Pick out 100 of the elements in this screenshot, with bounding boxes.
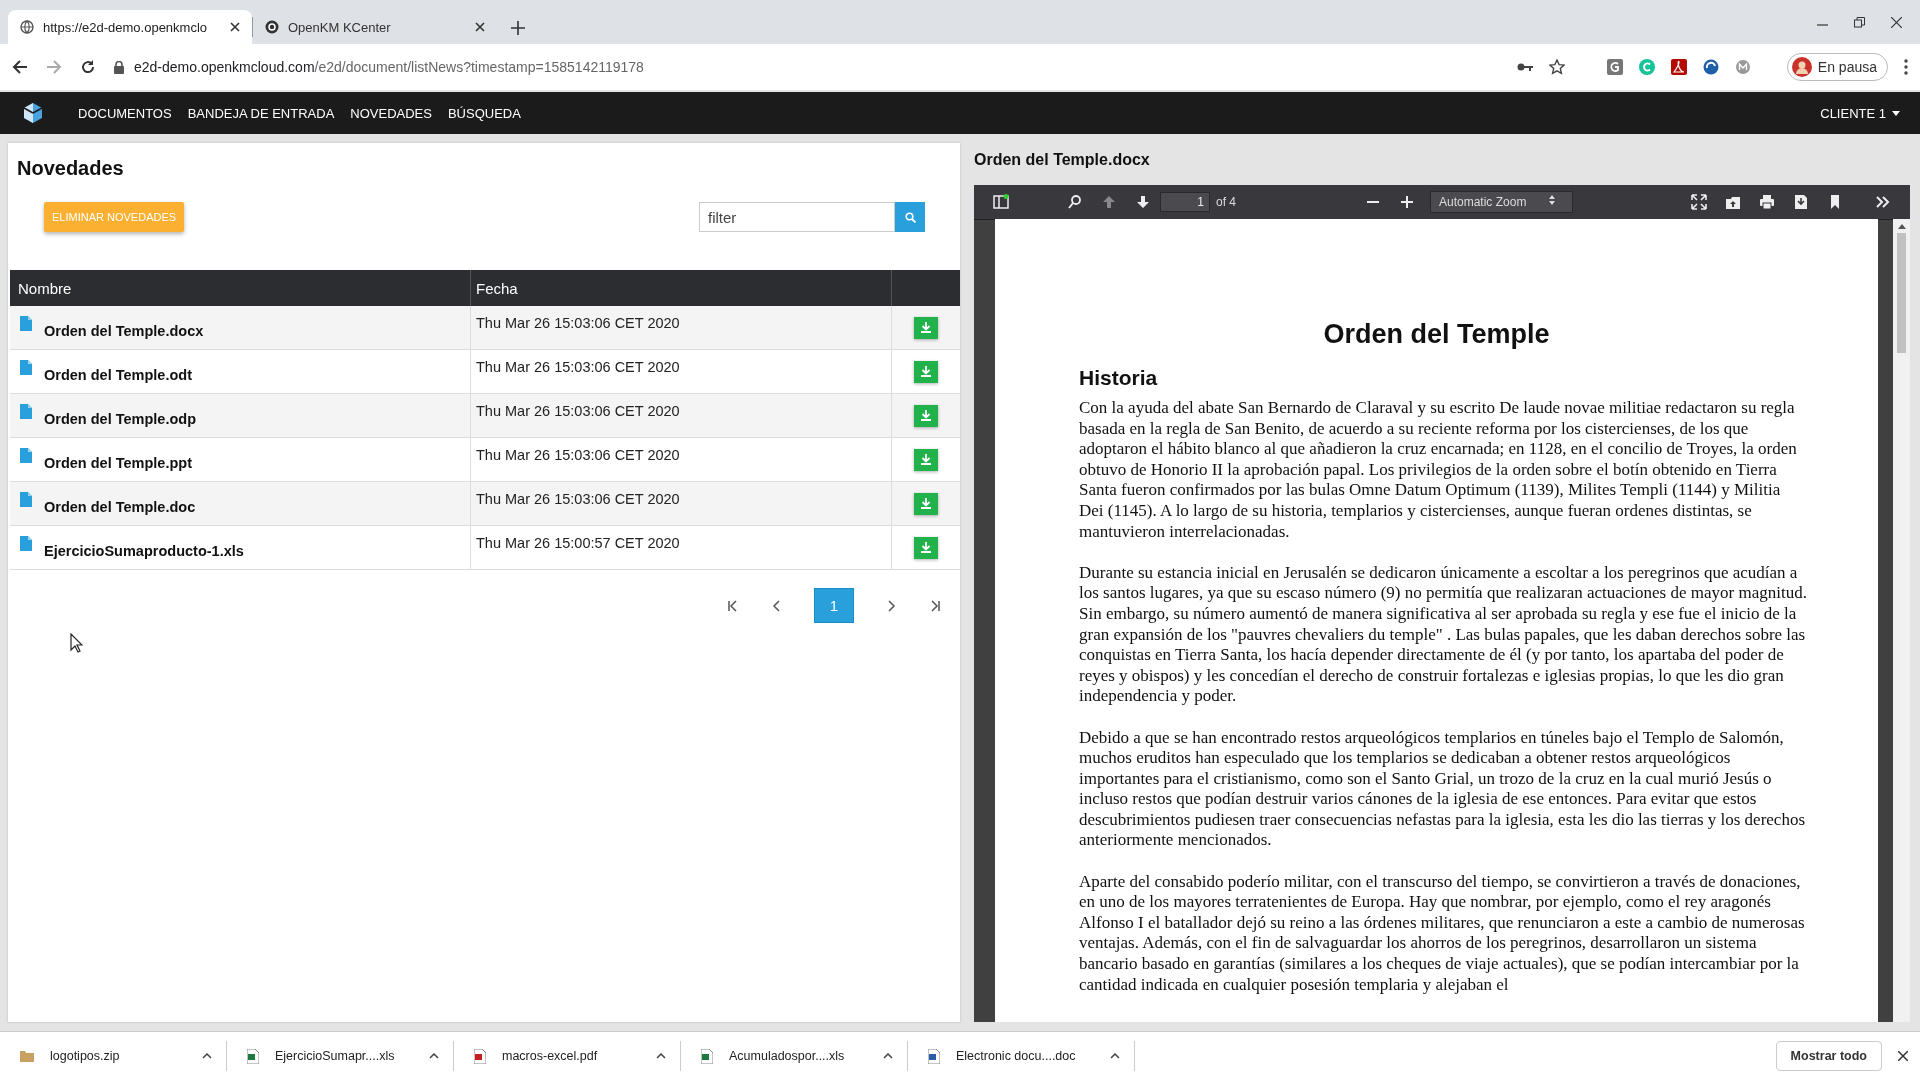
- column-header: Nombre: [17, 279, 73, 297]
- lock-icon: [114, 60, 124, 74]
- search-icon: [904, 211, 916, 223]
- url-text[interactable]: e2d-demo.openkmcloud.com/e2d/document/listNews?timestamp=1585142119178: [134, 59, 644, 75]
- search-icon[interactable]: [1067, 194, 1083, 210]
- new-tab-icon[interactable]: [511, 21, 525, 35]
- zoom-select[interactable]: Automatic Zoom: [1430, 191, 1574, 213]
- nav-link[interactable]: BANDEJA DE ENTRADA: [187, 105, 335, 121]
- browser-tab[interactable]: https://e2d-demo.openkmclo: [8, 10, 252, 44]
- download-item[interactable]: logotipos.zip: [0, 1041, 227, 1071]
- scroll-thumb[interactable]: [1897, 233, 1906, 353]
- download-button[interactable]: [914, 360, 938, 383]
- scroll-up-icon[interactable]: [1897, 223, 1906, 229]
- logo-icon[interactable]: [22, 102, 44, 124]
- download-button[interactable]: [914, 536, 938, 559]
- caret-icon[interactable]: [883, 1053, 893, 1059]
- paragraph: Durante su estancia inicial en Jerusalén se dedicaron únicamente a escoltar a los peregrinos que acudían a los santos lugares, ya que su escaso número (9) no permitía que realizaran actuaciones de mayor magnitud. Sin embargo, su número aumentó de manera significativa al ser aprobada su regla y ese fue el inicio de la gran expansión de los "pauvres chevaliers du temple" . Las bulas papales, que les daban derechos sobre las conquistas en Tierra Santa, los hacía depender directamente de él (y por tanto, los apartaba del poder de reyes y obispos) y les concedían el derecho de construir fortalezas e iglesias propias, lo que les dio gran independencia y poder.: [1079, 562, 1807, 707]
- table-cell: Thu Mar 26 15:03:06 CET 2020: [476, 315, 680, 331]
- close-icon[interactable]: [1891, 16, 1902, 28]
- extension-icon[interactable]: [1606, 59, 1623, 75]
- paragraph: Aparte del consabido poderío militar, con el transcurso del tiempo, se convirtieron a través de donaciones, en uno de los mayores terratenientes de Europa. Hay que nombrar, por ejemplo, como el rey aragonés Alfonso I el batallador dejó su reino a las órdenes militares, que renunciaron a este a cambio de numerosas ventajas. Además, con el fin de salvaguardar los ahorros de los peregrinos, desarrollaron un sistema bancario basado en garantías (similares a los cheques de viaje actuales), que se podían intercambiar por la cantidad indicada en cualquier posesión templaria y alejaban el: [1079, 871, 1806, 996]
- more-tools-icon[interactable]: [1875, 194, 1891, 210]
- save-icon[interactable]: [1793, 194, 1809, 210]
- paragraph: Con la ayuda del abate San Bernardo de Claraval y su escrito De laude novae militiae redactaron su regla basada en la regla de San Benito, de acuerdo a su reciente reforma por los cistercienses, de los que adoptaron el hábito blanco al que añadieron la cruz encarnada; en 1128, en el concilio de Troyes, la orden obtuvo de Honorio II la aprobación papal. Los privilegios de la orden sobre el botín obtenido en Tierra Santa fueron confirmados por las bulas Omne Datum Optimum (1139), Milites Templi (1144) y Militia Dei (1145). A lo largo de su historia, templarios y cistercienses, aunque fueran ordenes distintas, se mantuvieron interrelacionadas.: [1079, 398, 1798, 543]
- back-icon[interactable]: [12, 59, 28, 75]
- download-icon: [921, 454, 931, 465]
- download-item[interactable]: Acumuladospor....xls: [681, 1041, 908, 1071]
- file-link[interactable]: Orden del Temple.ppt: [44, 454, 192, 471]
- pdf-icon[interactable]: [1670, 59, 1687, 75]
- search-button[interactable]: [895, 202, 925, 232]
- document-heading: Orden del Temple: [1322, 319, 1551, 350]
- filter-field[interactable]: filter: [699, 202, 895, 232]
- download-button[interactable]: [914, 492, 938, 515]
- nav-link[interactable]: BÚSQUEDA: [447, 105, 521, 121]
- file-icon: [20, 404, 32, 419]
- caret-icon[interactable]: [1110, 1053, 1120, 1059]
- file-link[interactable]: Orden del Temple.odp: [44, 410, 196, 427]
- download-item[interactable]: EjercicioSumapr....xls: [227, 1041, 454, 1071]
- browser-tab[interactable]: OpenKM KCenter: [253, 10, 497, 44]
- section-heading: Historia: [1079, 366, 1159, 390]
- first-icon[interactable]: [726, 598, 740, 613]
- close-icon[interactable]: [475, 22, 485, 32]
- file-name: Electronic docu....doc: [956, 1049, 1077, 1063]
- globe-icon: [20, 20, 34, 34]
- open-file-icon[interactable]: [1725, 194, 1741, 210]
- key-icon[interactable]: [1516, 61, 1533, 73]
- extension-icon[interactable]: [1702, 59, 1719, 75]
- table-cell: Thu Mar 26 15:00:57 CET 2020: [476, 535, 680, 551]
- folder-icon: [20, 1050, 34, 1062]
- tab-title: https://e2d-demo.openkmclo: [43, 19, 209, 35]
- table-cell: Thu Mar 26 15:03:06 CET 2020: [476, 447, 680, 463]
- avatar-icon: [1791, 57, 1812, 77]
- file-icon: [247, 1048, 259, 1064]
- arrow-up-icon[interactable]: [1101, 194, 1117, 210]
- file-icon: [20, 316, 32, 331]
- file-icon: [701, 1048, 713, 1064]
- print-icon[interactable]: [1759, 194, 1775, 210]
- nav-link[interactable]: NOVEDADES: [350, 105, 432, 121]
- download-item[interactable]: macros-excel.pdf: [454, 1041, 681, 1071]
- table-cell: Thu Mar 26 15:03:06 CET 2020: [476, 359, 680, 375]
- user-menu[interactable]: CLIENTE 1: [1820, 105, 1900, 121]
- star-icon[interactable]: [1548, 59, 1565, 75]
- file-link[interactable]: Orden del Temple.doc: [44, 498, 196, 515]
- last-icon[interactable]: [928, 598, 942, 613]
- download-icon: [921, 542, 931, 553]
- download-button[interactable]: [914, 316, 938, 339]
- sidebar-toggle-icon[interactable]: [993, 194, 1009, 210]
- page-title: Novedades: [17, 157, 125, 180]
- file-link[interactable]: Orden del Temple.docx: [44, 322, 204, 339]
- caret-icon[interactable]: [656, 1053, 666, 1059]
- download-button[interactable]: [914, 448, 938, 471]
- file-icon: [20, 536, 32, 551]
- document-title: Orden del Temple.docx: [974, 151, 1151, 169]
- file-link[interactable]: EjercicioSumaproducto-1.xls: [44, 542, 244, 559]
- arrow-down-icon[interactable]: [1135, 194, 1151, 210]
- show-all-button[interactable]: Mostrar todo: [1775, 1041, 1882, 1071]
- download-icon: [921, 498, 931, 509]
- close-icon[interactable]: [1898, 1051, 1908, 1061]
- extension-icon[interactable]: [1734, 59, 1751, 75]
- file-icon: [474, 1048, 486, 1064]
- paragraph: Debido a que se han encontrado restos arqueológicos templarios en túneles bajo el Templo de Salomón, muchos eruditos han especulado que los templarios se dedicaban a obtener restos arqueológicos importantes para el cristianismo, como son el Santo Grial, un trozo de la cruz en la cual murió Jesús o incluso restos que podían destruir varios cánones de la iglesia de ese entonces. Para evitar que estos descubrimientos pudiesen traer consecuencias nefastas para la iglesia, esta les dio las tierras y los derechos anteriormente mencionados.: [1079, 727, 1806, 852]
- caret-icon[interactable]: [202, 1053, 212, 1059]
- reload-icon[interactable]: [80, 59, 96, 75]
- mouse-cursor-icon: [70, 633, 83, 653]
- download-item[interactable]: Electronic docu....doc: [908, 1041, 1135, 1071]
- page-number-field[interactable]: 1: [1160, 192, 1210, 212]
- file-name: Acumuladospor....xls: [729, 1049, 846, 1063]
- menu-icon[interactable]: [1904, 59, 1908, 75]
- download-button[interactable]: [914, 404, 938, 427]
- caret-icon[interactable]: [429, 1053, 439, 1059]
- caret-icon: [1892, 110, 1900, 116]
- file-icon: [928, 1048, 940, 1064]
- file-icon: [20, 360, 32, 375]
- close-icon[interactable]: [230, 22, 240, 32]
- zoom-in-icon[interactable]: [1399, 194, 1415, 210]
- fullscreen-icon[interactable]: [1691, 194, 1707, 210]
- file-link[interactable]: Orden del Temple.odt: [44, 366, 192, 383]
- page-count: of 4: [1216, 195, 1236, 209]
- restore-icon[interactable]: [1854, 16, 1865, 28]
- nav-link[interactable]: DOCUMENTOS: [78, 105, 172, 121]
